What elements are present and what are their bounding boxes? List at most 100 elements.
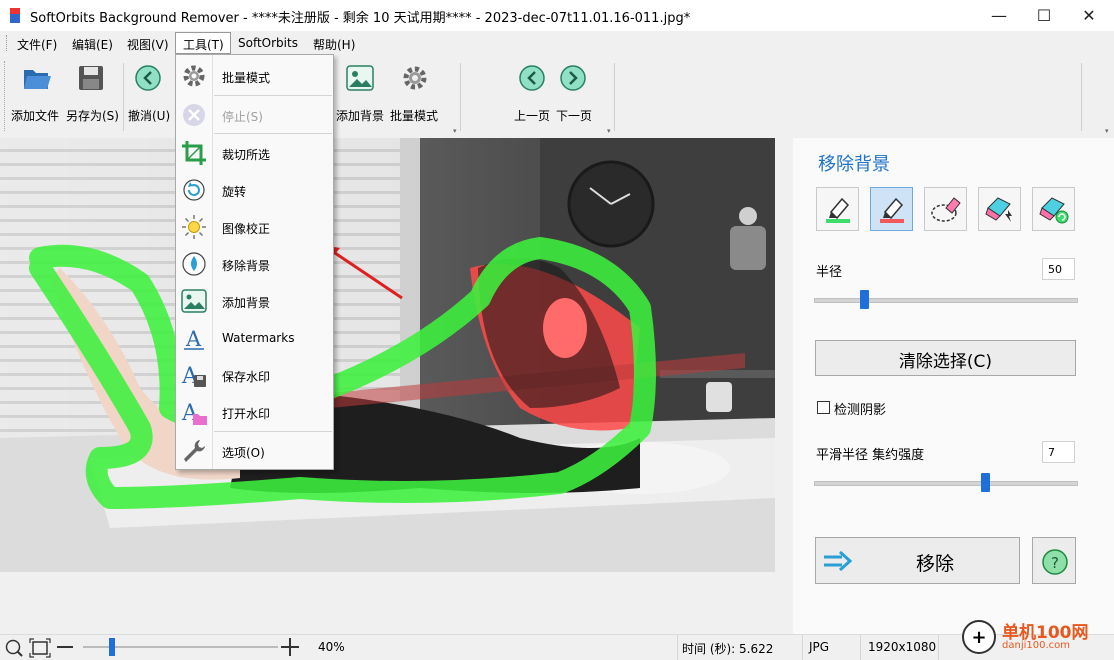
next-page-button[interactable]: 下一页 <box>553 59 595 131</box>
radius-slider-track <box>814 298 1078 303</box>
radius-label: 半径 <box>816 265 843 280</box>
menu-item-label: 旋转 <box>222 185 247 199</box>
toolbar-overflow-icon[interactable]: ▾ <box>607 127 611 135</box>
menu-item-options[interactable]: 选项(O) <box>176 432 333 469</box>
menu-item-rotate[interactable]: 旋转 <box>176 171 333 208</box>
menu-item-label: 移除背景 <box>222 259 271 273</box>
save-as-button[interactable]: 另存为(S) <box>64 59 120 131</box>
smooth-slider-thumb[interactable] <box>981 473 990 492</box>
menu-item-label: 批量模式 <box>222 71 271 85</box>
gear-icon <box>180 63 208 89</box>
menu-item-label: 停止(S) <box>222 110 263 124</box>
zoom-icon[interactable] <box>4 638 24 658</box>
batch-mode-button[interactable]: 批量模式 <box>389 59 443 131</box>
help-icon: ? <box>1042 549 1068 575</box>
folder-open-icon <box>24 70 51 89</box>
zoom-percentage: 40% <box>318 640 345 654</box>
radius-slider[interactable] <box>814 290 1078 314</box>
menu-item-batch-mode[interactable]: 批量模式 <box>176 57 333 94</box>
refresh-eraser-icon <box>1038 197 1068 224</box>
help-glyph: ? <box>1051 554 1059 572</box>
prev-page-button[interactable]: 上一页 <box>511 59 553 131</box>
help-button[interactable]: ? <box>1032 537 1076 584</box>
menu-item-crop[interactable]: 裁切所选 <box>176 134 333 171</box>
menu-item-open-watermark[interactable]: A 打开水印 <box>176 393 333 430</box>
svg-text:A: A <box>185 327 202 351</box>
add-background-label: 添加背景 <box>336 109 385 123</box>
zoom-out-button[interactable] <box>57 646 73 648</box>
toolbar-separator <box>460 63 461 131</box>
menu-view[interactable]: 视图(V) <box>127 36 169 53</box>
add-file-label: 添加文件 <box>11 109 60 123</box>
next-page-label: 下一页 <box>556 109 593 123</box>
remove-marker-icon <box>879 197 904 223</box>
menu-edit[interactable]: 编辑(E) <box>72 36 113 53</box>
smooth-slider-track <box>814 481 1078 486</box>
radius-slider-thumb[interactable] <box>860 290 869 309</box>
menu-item-label: 保存水印 <box>222 370 271 384</box>
lasso-eraser-button[interactable] <box>924 187 967 231</box>
menu-help[interactable]: 帮助(H) <box>313 36 355 53</box>
clear-selection-label: 清除选择(C) <box>898 352 993 372</box>
detect-shadow-label: 检测阴影 <box>834 403 887 418</box>
menu-item-save-watermark[interactable]: A 保存水印 <box>176 356 333 393</box>
remove-background-panel: 移除背景 半径 50 清除选择(C) 检测阴影 平滑半径 集约强度 7 移除 ? <box>793 138 1114 634</box>
add-file-button[interactable]: 添加文件 <box>8 59 64 131</box>
prev-arrow-icon <box>519 65 545 91</box>
stop-icon <box>180 102 208 128</box>
next-arrow-icon <box>560 65 586 91</box>
menu-item-label: 打开水印 <box>222 407 271 421</box>
menu-item-watermarks[interactable]: A Watermarks <box>176 319 333 356</box>
window-title: SoftOrbits Background Remover - ****未注册版… <box>30 11 691 26</box>
menu-item-label: 图像校正 <box>222 222 271 236</box>
radius-input[interactable]: 50 <box>1042 258 1075 280</box>
remove-marker-button[interactable] <box>870 187 913 231</box>
undo-button[interactable]: 撤消(U) <box>126 59 171 131</box>
refresh-eraser-button[interactable] <box>1032 187 1075 231</box>
detect-shadow-checkbox[interactable] <box>817 401 830 414</box>
panel-title: 移除背景 <box>818 154 890 175</box>
menu-item-remove-background[interactable]: 移除背景 <box>176 245 333 282</box>
menu-item-image-correction[interactable]: 图像校正 <box>176 208 333 245</box>
keep-marker-button[interactable] <box>816 187 859 231</box>
auto-eraser-icon <box>984 197 1012 222</box>
close-button[interactable]: ✕ <box>1066 0 1112 31</box>
processing-time: 时间 (秒): 5.622 <box>682 642 774 656</box>
smooth-slider[interactable] <box>814 473 1078 497</box>
smooth-input[interactable]: 7 <box>1042 441 1075 463</box>
menu-grip <box>6 35 10 51</box>
watermark-domain: danji100.com <box>1002 640 1070 651</box>
menu-item-add-background[interactable]: 添加背景 <box>176 282 333 319</box>
tools-dropdown-menu: 批量模式 停止(S) 裁切所选 旋转 图像校正 移除背景 添加背景 A Wate… <box>175 54 334 470</box>
menu-item-label: 裁切所选 <box>222 148 271 162</box>
remove-button[interactable]: 移除 <box>815 537 1020 584</box>
floppy-disk-icon <box>79 66 103 90</box>
zoom-slider[interactable] <box>83 638 278 656</box>
menu-item-label: 添加背景 <box>222 296 271 310</box>
edited-photo <box>0 138 775 572</box>
menu-tools[interactable]: 工具(T) <box>183 36 224 53</box>
auto-eraser-button[interactable] <box>978 187 1021 231</box>
smooth-label: 平滑半径 集约强度 <box>816 448 925 463</box>
image-dimensions: 1920x1080 <box>868 640 937 654</box>
image-format: JPG <box>809 640 830 654</box>
toolbar-overflow-icon[interactable]: ▾ <box>1105 127 1109 135</box>
toolbar: 添加文件 另存为(S) 撤消(U) 添加背景 批量模式 ▾ 上一页 下一页 ▾ … <box>0 55 1114 138</box>
zoom-in-button[interactable] <box>281 638 299 656</box>
menu-file[interactable]: 文件(F) <box>17 36 57 53</box>
menu-softorbits[interactable]: SoftOrbits <box>238 36 298 50</box>
add-background-button[interactable]: 添加背景 <box>334 59 388 131</box>
lasso-eraser-icon <box>930 197 961 222</box>
toolbar-overflow-icon[interactable]: ▾ <box>453 127 457 135</box>
photo-canvas[interactable] <box>0 138 775 572</box>
maximize-button[interactable]: ☐ <box>1021 0 1067 31</box>
watermark-icon: A <box>180 325 208 351</box>
clear-selection-button[interactable]: 清除选择(C) <box>815 340 1076 376</box>
fit-to-window-icon[interactable] <box>29 638 51 658</box>
minimize-button[interactable]: — <box>976 0 1022 31</box>
prev-page-label: 上一页 <box>514 109 551 123</box>
zoom-slider-thumb[interactable] <box>109 638 115 656</box>
site-watermark: + 单机100网 danji100.com <box>962 616 1112 659</box>
sun-icon <box>180 214 208 240</box>
menu-item-stop: 停止(S) <box>176 96 333 133</box>
